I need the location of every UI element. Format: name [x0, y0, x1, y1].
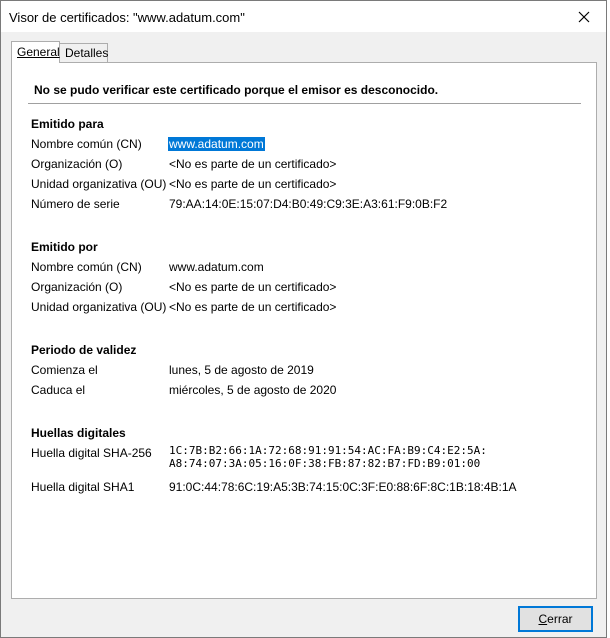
tab-general-label: General — [17, 45, 60, 59]
valid-from-label: Comienza el — [31, 363, 98, 377]
general-tab-panel: No se pudo verificar este certificado po… — [11, 62, 597, 599]
issued-to-o-value[interactable]: <No es parte de un certificado> — [169, 157, 336, 171]
issued-by-ou-value[interactable]: <No es parte de un certificado> — [169, 300, 336, 314]
tab-detalles[interactable]: Detalles — [59, 43, 108, 63]
issued-by-cn-value[interactable]: www.adatum.com — [169, 260, 264, 274]
tab-general[interactable]: General — [11, 41, 60, 63]
verification-warning: No se pudo verificar este certificado po… — [34, 83, 439, 97]
issued-to-cn-value[interactable]: www.adatum.com — [168, 137, 265, 151]
certificate-viewer-dialog: Visor de certificados: "www.adatum.com" … — [0, 0, 607, 638]
issued-to-cn-label: Nombre común (CN) — [31, 137, 142, 151]
divider — [28, 103, 581, 104]
sha256-value-line2[interactable]: A8:74:07:3A:05:16:0F:38:FB:87:82:B7:FD:B… — [169, 457, 480, 470]
valid-from-value[interactable]: lunes, 5 de agosto de 2019 — [169, 363, 314, 377]
issued-by-title: Emitido por — [31, 240, 98, 254]
valid-to-label: Caduca el — [31, 383, 86, 397]
tab-detalles-label: Detalles — [65, 46, 109, 60]
sha256-value-line1[interactable]: 1C:7B:B2:66:1A:72:68:91:91:54:AC:FA:B9:C… — [169, 444, 487, 457]
fingerprints-title: Huellas digitales — [31, 426, 126, 440]
issued-to-title: Emitido para — [31, 117, 104, 131]
issued-by-o-value[interactable]: <No es parte de un certificado> — [169, 280, 336, 294]
issued-to-ou-value[interactable]: <No es parte de un certificado> — [169, 177, 336, 191]
issued-by-ou-label: Unidad organizativa (OU) — [31, 300, 167, 314]
issued-to-o-label: Organización (O) — [31, 157, 123, 171]
serial-number-value[interactable]: 79:AA:14:0E:15:07:D4:B0:49:C9:3E:A3:61:F… — [169, 197, 447, 211]
close-icon — [578, 11, 590, 22]
serial-number-label: Número de serie — [31, 197, 120, 211]
issued-to-ou-label: Unidad organizativa (OU) — [31, 177, 167, 191]
valid-to-value[interactable]: miércoles, 5 de agosto de 2020 — [169, 383, 336, 397]
cerrar-button[interactable]: Cerrar — [518, 606, 593, 632]
issued-by-o-label: Organización (O) — [31, 280, 123, 294]
validity-title: Periodo de validez — [31, 343, 137, 357]
sha1-value[interactable]: 91:0C:44:78:6C:19:A5:3B:74:15:0C:3F:E0:8… — [169, 480, 517, 494]
cerrar-button-accel: C — [538, 612, 548, 626]
window-title: Visor de certificados: "www.adatum.com" — [9, 10, 245, 25]
window-close-button[interactable] — [562, 1, 606, 32]
cerrar-button-label: errar — [547, 612, 573, 626]
title-bar: Visor de certificados: "www.adatum.com" — [1, 1, 606, 32]
sha1-label: Huella digital SHA1 — [31, 480, 135, 494]
sha256-label: Huella digital SHA-256 — [31, 446, 152, 460]
issued-by-cn-label: Nombre común (CN) — [31, 260, 142, 274]
